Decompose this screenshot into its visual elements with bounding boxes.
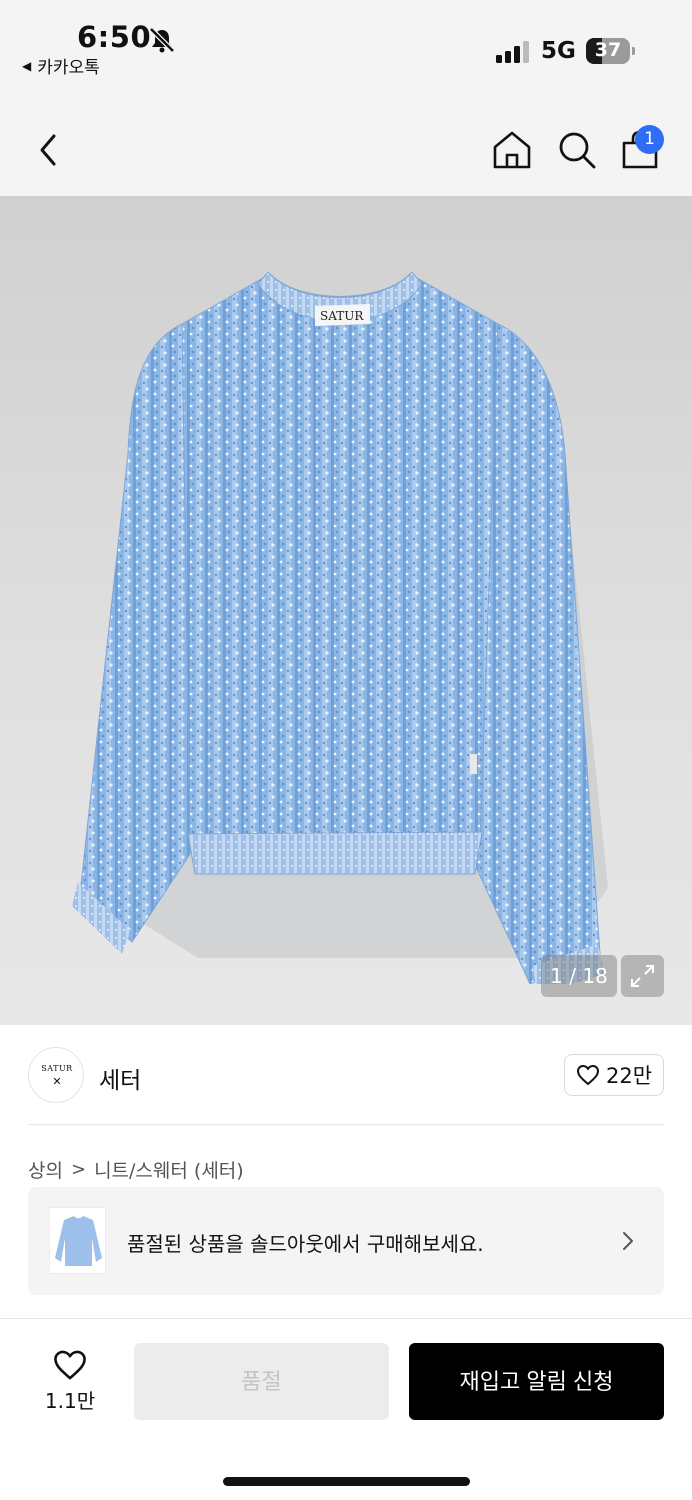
back-chevron-icon[interactable] (34, 130, 64, 170)
breadcrumb-item-knit[interactable]: 니트/스웨터 (세터) (94, 1156, 244, 1183)
signal-icon (496, 41, 529, 63)
soldout-marketplace-banner[interactable]: 품절된 상품을 솔드아웃에서 구매해보세요. (28, 1187, 664, 1295)
breadcrumb-separator-icon: > (70, 1159, 87, 1180)
image-page-indicator: 1 / 18 (541, 955, 617, 997)
heart-outline-icon (576, 1065, 599, 1085)
divider (28, 1124, 664, 1125)
wishlist-button[interactable]: 1.1만 (40, 1349, 100, 1414)
cart-count-badge: 1 (635, 125, 664, 154)
search-icon[interactable] (556, 129, 598, 171)
network-type: 5G (541, 38, 576, 64)
brand-like-count: 22만 (605, 1064, 653, 1088)
soldout-banner-text: 품절된 상품을 솔드아웃에서 구매해보세요. (127, 1232, 484, 1256)
breadcrumb-item-top[interactable]: 상의 (28, 1156, 63, 1183)
brand-logo[interactable]: SATUR ✕ (28, 1047, 84, 1103)
product-image-gallery[interactable]: SATUR 1 / 18 (0, 196, 692, 1025)
restock-alert-button[interactable]: 재입고 알림 신청 (409, 1343, 664, 1420)
brand-logo-mark: ✕ (52, 1075, 62, 1088)
battery-level: 37 (594, 39, 622, 61)
back-to-app-link[interactable]: ◀ 카카오톡 (22, 53, 100, 78)
bell-muted-icon (149, 27, 175, 53)
home-indicator[interactable] (223, 1477, 470, 1486)
battery-indicator: 37 (586, 38, 635, 64)
expand-icon (631, 965, 654, 987)
heart-outline-icon (54, 1350, 86, 1380)
product-thumbnail (49, 1207, 106, 1274)
status-bar: 6:50 ◀ 카카오톡 5G 37 (0, 0, 692, 100)
home-icon[interactable] (491, 129, 533, 171)
back-triangle-icon: ◀ (22, 58, 32, 73)
soldout-button: 품절 (134, 1343, 389, 1420)
bottom-purchase-bar: 1.1만 품절 재입고 알림 신청 (0, 1318, 692, 1500)
brand-logo-text: SATUR (41, 1064, 73, 1073)
product-image-sweater: SATUR (72, 271, 608, 984)
svg-text:SATUR: SATUR (320, 309, 364, 323)
back-app-label: 카카오톡 (37, 58, 100, 78)
status-time: 6:50 (77, 20, 152, 54)
wishlist-count: 1.1만 (44, 1389, 96, 1413)
brand-like-button[interactable]: 22만 (564, 1054, 664, 1096)
expand-image-button[interactable] (621, 955, 664, 997)
breadcrumb: 상의 > 니트/스웨터 (세터) (28, 1156, 244, 1183)
chevron-right-icon (623, 1232, 633, 1250)
brand-name[interactable]: 세터 (99, 1061, 141, 1095)
